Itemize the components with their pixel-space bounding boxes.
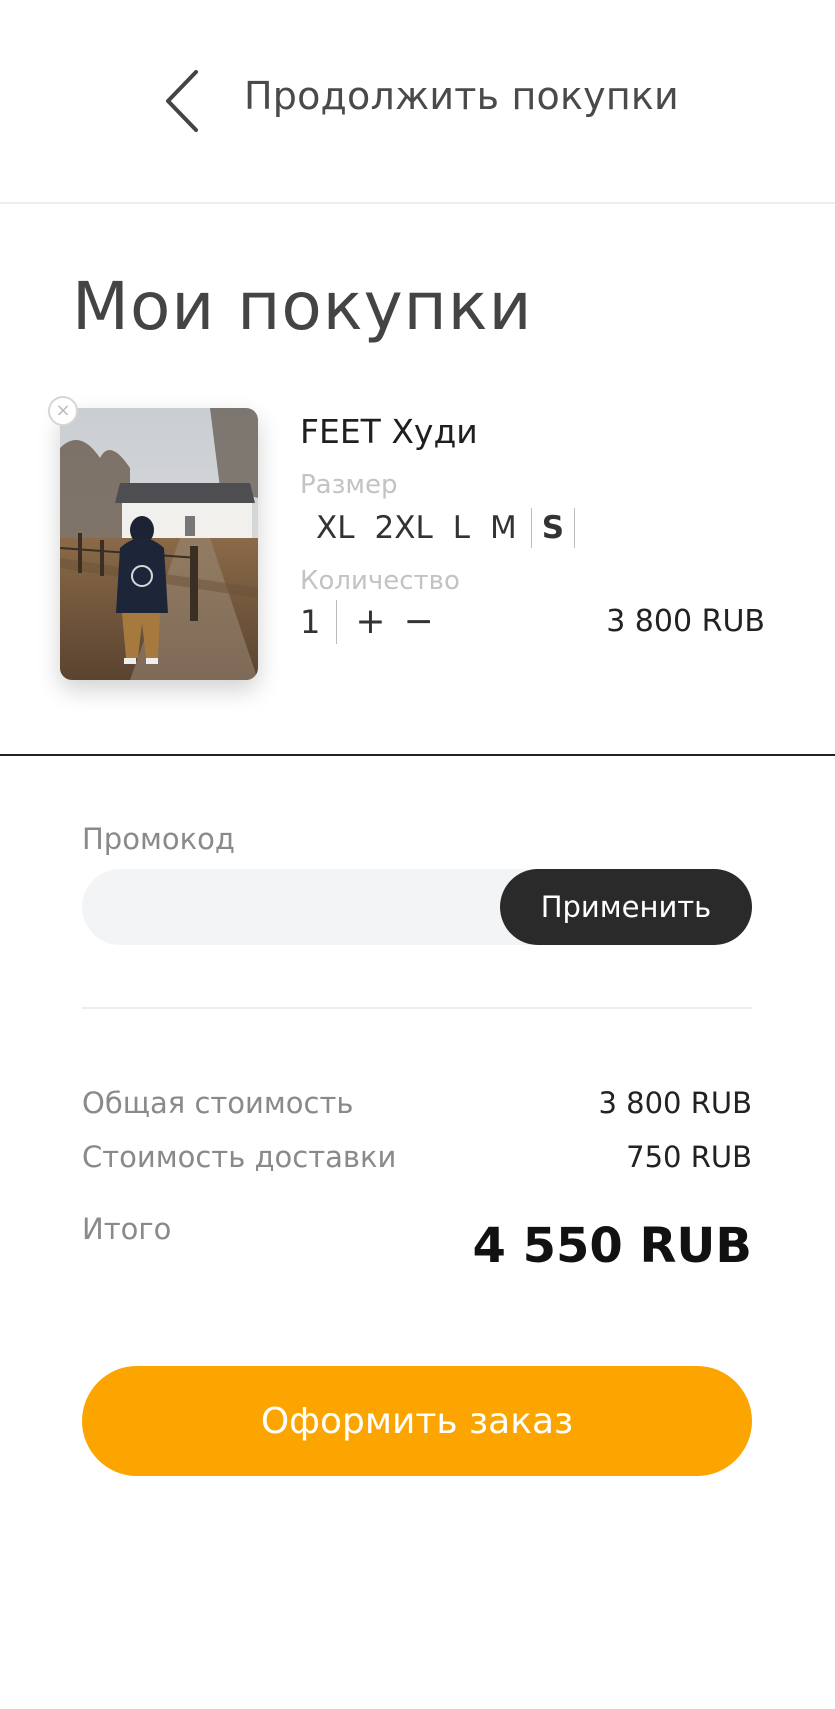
size-option-m[interactable]: M: [480, 508, 527, 548]
subtotal-label: Общая стоимость: [82, 1086, 354, 1120]
total-label: Итого: [82, 1212, 172, 1246]
size-option-l[interactable]: L: [443, 508, 480, 548]
item-price: 3 800 RUB: [606, 604, 765, 639]
divider: [0, 754, 835, 756]
top-bar: Продолжить покупки: [0, 0, 835, 204]
apply-promo-button[interactable]: Применить: [500, 869, 752, 945]
size-option-2xl[interactable]: 2XL: [365, 508, 443, 548]
delivery-value: 750 RUB: [626, 1140, 752, 1174]
product-name: FEET Худи: [300, 412, 478, 451]
promo-field: Применить: [82, 869, 752, 947]
quantity-label: Количество: [300, 566, 460, 596]
total-value: 4 550 RUB: [472, 1218, 752, 1274]
size-option-s[interactable]: S: [530, 508, 576, 548]
size-selector: XL 2XL L M S: [306, 508, 576, 548]
size-label: Размер: [300, 470, 398, 500]
increase-quantity-button[interactable]: +: [355, 600, 385, 644]
chevron-left-icon[interactable]: [162, 68, 206, 134]
product-image: [60, 408, 258, 680]
divider: [82, 1007, 752, 1009]
delivery-label: Стоимость доставки: [82, 1140, 397, 1174]
quantity-value: 1: [300, 600, 338, 644]
promo-input[interactable]: [112, 869, 516, 947]
subtotal-value: 3 800 RUB: [598, 1086, 752, 1120]
checkout-button[interactable]: Оформить заказ: [82, 1366, 752, 1476]
promo-label: Промокод: [82, 822, 235, 856]
close-icon[interactable]: ×: [48, 396, 78, 426]
decrease-quantity-button[interactable]: −: [404, 600, 434, 644]
continue-shopping-link[interactable]: Продолжить покупки: [244, 74, 679, 118]
size-option-xl[interactable]: XL: [306, 508, 365, 548]
quantity-stepper: 1 + −: [300, 600, 434, 644]
cart-item: × FEET Худи Размер XL 2XL L M S Количест…: [0, 390, 835, 758]
page-title: Мои покупки: [72, 268, 533, 345]
